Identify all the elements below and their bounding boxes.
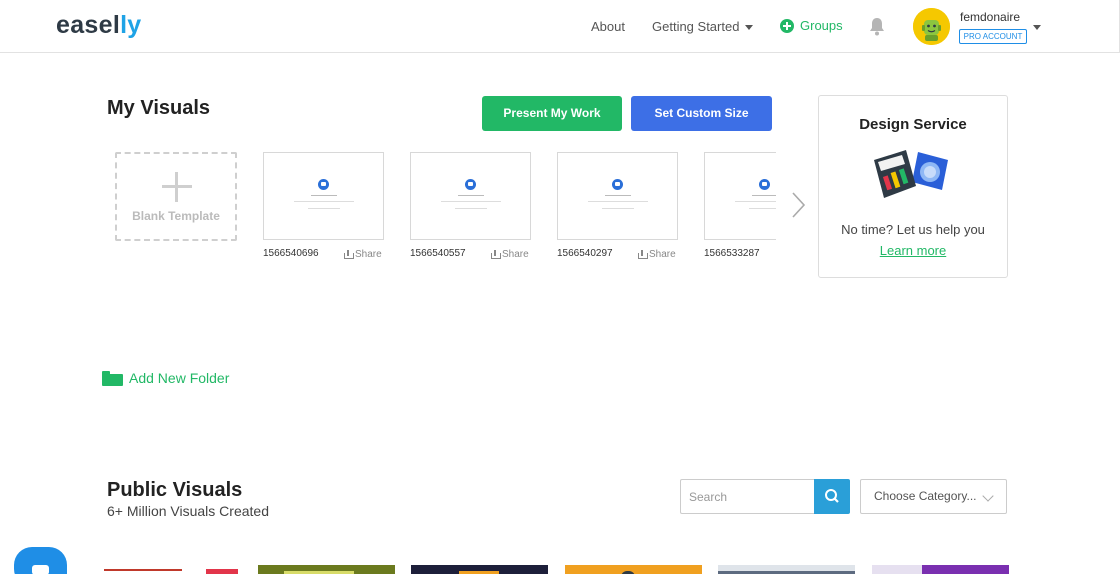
thumb-text-line [311, 195, 337, 196]
visual-id[interactable]: 1566533287 [704, 248, 760, 259]
easelly-mini-logo-icon [759, 179, 770, 190]
category-select-label: Choose Category... [874, 489, 977, 503]
add-new-folder-label: Add New Folder [129, 370, 230, 386]
learn-more-link[interactable]: Learn more [819, 243, 1007, 258]
top-navbar: easelly About Getting Started Groups fem… [0, 0, 1120, 53]
easelly-mini-logo-icon [318, 179, 329, 190]
visual-thumbnail[interactable] [704, 152, 776, 240]
blank-template-card[interactable]: Blank Template [115, 152, 237, 241]
share-icon [638, 250, 648, 259]
visual-thumbnail[interactable] [410, 152, 531, 240]
add-new-folder-button[interactable]: Add New Folder [102, 370, 229, 386]
folder-icon [102, 370, 123, 386]
nav-getting-started-label: Getting Started [652, 19, 740, 34]
blank-template-label: Blank Template [132, 209, 220, 223]
share-label: Share [355, 249, 382, 260]
thumb-text-line [735, 201, 776, 202]
public-visual-thumbnail[interactable] [258, 565, 395, 574]
avatar-character-icon [913, 8, 950, 45]
share-icon [344, 250, 354, 259]
user-menu-chevron-icon[interactable] [1033, 25, 1041, 30]
chat-icon [32, 565, 49, 574]
set-custom-size-button[interactable]: Set Custom Size [631, 96, 772, 131]
design-service-title: Design Service [859, 116, 967, 133]
public-visual-thumbnail[interactable] [411, 565, 548, 574]
public-visuals-title: Public Visuals [107, 479, 243, 501]
visual-thumbnail[interactable] [557, 152, 678, 240]
share-button[interactable]: Share [491, 249, 529, 260]
thumb-text-line [455, 208, 487, 209]
thumb-block [206, 569, 238, 574]
share-button[interactable]: Share [638, 249, 676, 260]
thumb-text-line [588, 201, 648, 202]
public-visual-thumbnail[interactable] [718, 565, 855, 574]
design-service-text: No time? Let us help you [841, 222, 985, 237]
chat-widget-button[interactable] [14, 547, 67, 574]
design-service-card: Design Service No time? Let us help you … [818, 95, 1008, 278]
thumb-text-line [104, 569, 182, 571]
visual-id[interactable]: 1566540297 [557, 248, 613, 259]
easelly-mini-logo-icon [465, 179, 476, 190]
share-button[interactable]: Share [344, 249, 382, 260]
thumb-text-line [458, 195, 484, 196]
nav-getting-started-dropdown[interactable]: Getting Started [652, 19, 754, 34]
share-label: Share [649, 249, 676, 260]
chevron-down-icon [982, 490, 994, 502]
search-icon [825, 489, 839, 503]
bell-icon[interactable] [868, 17, 886, 36]
chevron-down-icon [745, 25, 754, 31]
carousel-clip: 1566533287 [700, 150, 776, 270]
public-visual-thumbnail[interactable] [104, 565, 241, 574]
thumb-text-line [294, 201, 354, 202]
nav-groups-link[interactable]: Groups [780, 18, 843, 33]
easelly-logo[interactable]: easelly [56, 11, 142, 40]
public-search-input[interactable] [680, 479, 815, 514]
present-my-work-button[interactable]: Present My Work [482, 96, 622, 131]
public-visual-thumbnail[interactable] [565, 565, 702, 574]
my-visuals-title: My Visuals [107, 97, 211, 119]
thumb-block [872, 565, 922, 574]
pro-account-badge: PRO ACCOUNT [959, 29, 1027, 44]
username[interactable]: femdonaire [960, 10, 1020, 24]
search-button[interactable] [814, 479, 850, 514]
thumb-text-line [308, 208, 340, 209]
category-select[interactable]: Choose Category... [860, 479, 1007, 514]
plus-icon [162, 172, 192, 202]
public-visual-thumbnail[interactable] [872, 565, 1009, 574]
carousel-next-chevron-icon[interactable] [788, 192, 808, 218]
user-avatar[interactable] [913, 8, 950, 45]
thumb-text-line [749, 208, 776, 209]
share-label: Share [502, 249, 529, 260]
nav-about-link[interactable]: About [591, 19, 625, 34]
visual-id[interactable]: 1566540557 [410, 248, 466, 259]
share-icon [491, 250, 501, 259]
plus-circle-icon [780, 18, 794, 33]
visual-thumbnail[interactable] [263, 152, 384, 240]
thumb-text-line [602, 208, 634, 209]
thumb-text-line [752, 195, 776, 196]
visual-id[interactable]: 1566540696 [263, 248, 319, 259]
nav-groups-label: Groups [800, 18, 843, 33]
public-visuals-subtitle: 6+ Million Visuals Created [107, 503, 269, 519]
thumb-text-line [441, 201, 501, 202]
thumb-text-line [605, 195, 631, 196]
design-service-illustration-icon [874, 150, 948, 198]
easelly-mini-logo-icon [612, 179, 623, 190]
